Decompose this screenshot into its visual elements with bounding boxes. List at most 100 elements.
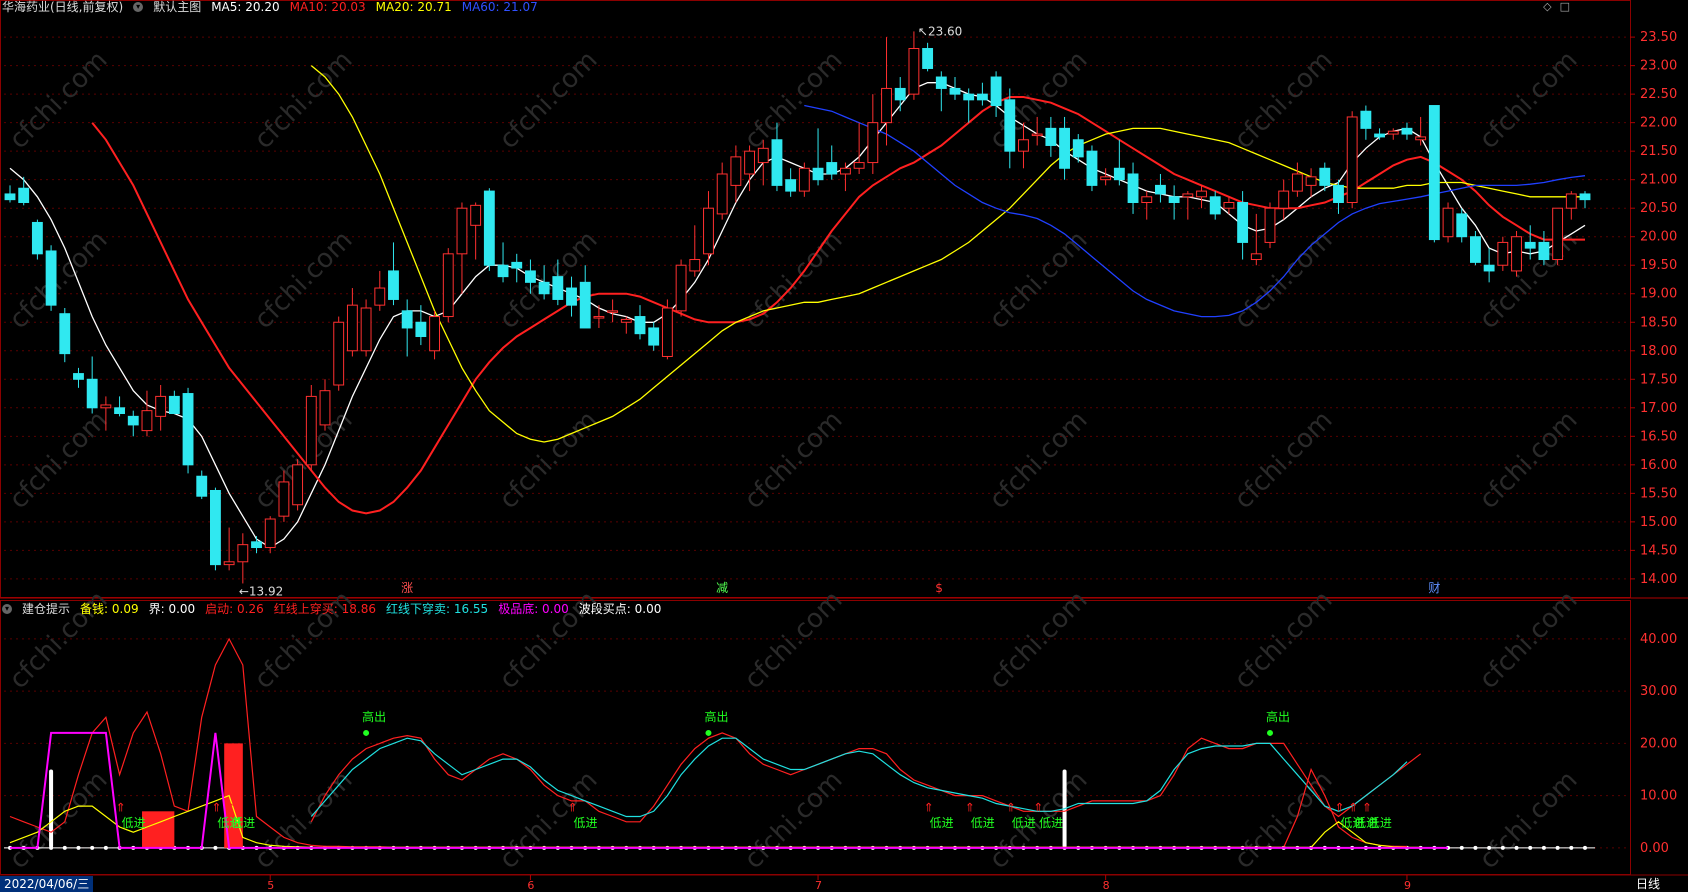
candle-body-up [757,147,769,164]
candle [963,88,975,123]
candle [182,387,194,474]
watermark-text: cfchi.com [4,45,114,155]
low-in-arrow: ⇑ [225,800,235,814]
watermark-text: cfchi.com [494,405,604,515]
candle-body-up [264,518,276,549]
candle-body-up [1511,236,1522,272]
candle-body-up [237,544,249,563]
low-in-arrow: ⇑ [211,800,221,814]
candle [223,527,235,571]
candle-body-up [1141,196,1153,203]
candle-body-up [661,307,673,357]
jipindi-value: 极品底: 0.00 [498,602,569,616]
candle-body-up [908,48,920,95]
low-in-arrow: ⇑ [1362,800,1372,814]
period-label[interactable]: 日线 [1610,876,1686,892]
series-line [310,737,1408,818]
watermark-text: cfchi.com [1474,225,1584,335]
candle-body-up [730,156,742,186]
zero-dot [1569,845,1574,850]
candle [155,384,167,431]
event-marker: $ [935,581,943,595]
candle [689,225,701,277]
zero-dot [1500,845,1505,850]
candle [429,310,440,360]
beiqian-value: 备钱: 0.09 [80,602,139,616]
candle-body-up [1415,136,1427,141]
watermark-text: cfchi.com [4,225,114,335]
candle-body-down [1470,236,1481,263]
candle [894,77,906,112]
watermark-text: cfchi.com [739,405,849,515]
candle [305,384,317,471]
stock-title[interactable]: 华海药业(日线,前复权) [2,0,123,16]
diamond-icon[interactable]: ◇ [1543,0,1551,13]
candle-body-down [86,378,98,409]
candle-body-up [675,264,687,312]
collapse-icon[interactable]: ▾ [133,2,144,12]
candle [798,162,810,197]
qidong-value: 启动: 0.26 [205,602,264,616]
candle-body-up [1552,207,1564,261]
candle-body-down [922,48,934,69]
candle [1100,168,1112,186]
low-in-arrow: ⇑ [1033,800,1043,814]
candle [1113,139,1125,186]
zero-dot [1473,845,1478,850]
candle [620,316,632,334]
candle-body-up [1264,207,1276,243]
main-indicator-name[interactable]: 默认主图 [153,0,201,16]
candle [374,270,386,311]
candle-body-down [388,270,399,300]
candle-body-down [210,489,221,566]
candle-body-down [1456,213,1468,238]
candle-body-down [525,270,536,283]
candle-body-down [1374,133,1385,138]
candle [1483,248,1495,283]
candle-body-down [1319,167,1331,186]
candle-body-up [798,167,810,192]
candle [935,71,947,112]
cursor-date: 2022/04/06/三 [0,876,94,892]
month-label: 6 [527,879,534,892]
low-in-arrow: ⇑ [116,800,126,814]
collapse-icon[interactable]: ▾ [2,604,12,614]
corner-controls: ◇ □ [1543,0,1570,13]
candle-body-down [4,193,16,201]
y-tick-label: 18.50 [1640,315,1677,330]
candle [86,356,98,414]
stock-chart[interactable]: cfchi.com cfchi.com cfchi.com cfchi.com cfch… [0,0,1688,892]
candle-body-down [1524,241,1536,249]
candle [1127,162,1139,214]
candle [661,299,673,360]
candle [251,536,262,554]
candle-body-up [1291,173,1303,192]
sub-indicator-name[interactable]: 建仓提示 [22,600,70,618]
candle-body-down [990,76,1002,107]
candle-body-down [1360,110,1372,129]
sub-y-tick-label: 0.00 [1640,841,1669,856]
candle-body-up [456,207,468,255]
zero-dot [1541,845,1546,850]
ma5-value: MA5: 20.20 [211,0,280,14]
candle [511,253,523,283]
candle [908,31,920,100]
price-axis: 23.50 23.00 22.50 22.00 21.50 21.00 20.50 20.00… [267,30,1677,892]
candle-body-down [1086,150,1098,186]
candle-body-down [976,93,988,101]
high-out-label: 高出 [704,709,728,724]
candle [73,367,84,388]
candle [867,94,879,174]
main-legend: 华海药业(日线,前复权) ▾ 默认主图 MA5: 20.20 MA10: 20.… [2,0,538,16]
candle-body-up [607,310,619,313]
candle-body-down [114,407,125,415]
low-in-label: 低进 [574,816,598,830]
square-icon[interactable]: □ [1560,0,1570,13]
watermark-text: cfchi.com [249,225,359,335]
candle [840,162,851,192]
ma60-value: MA60: 21.07 [461,0,538,14]
candle [401,299,413,357]
candle [703,191,714,266]
candle-body-up [442,253,454,318]
candle [1374,128,1385,140]
